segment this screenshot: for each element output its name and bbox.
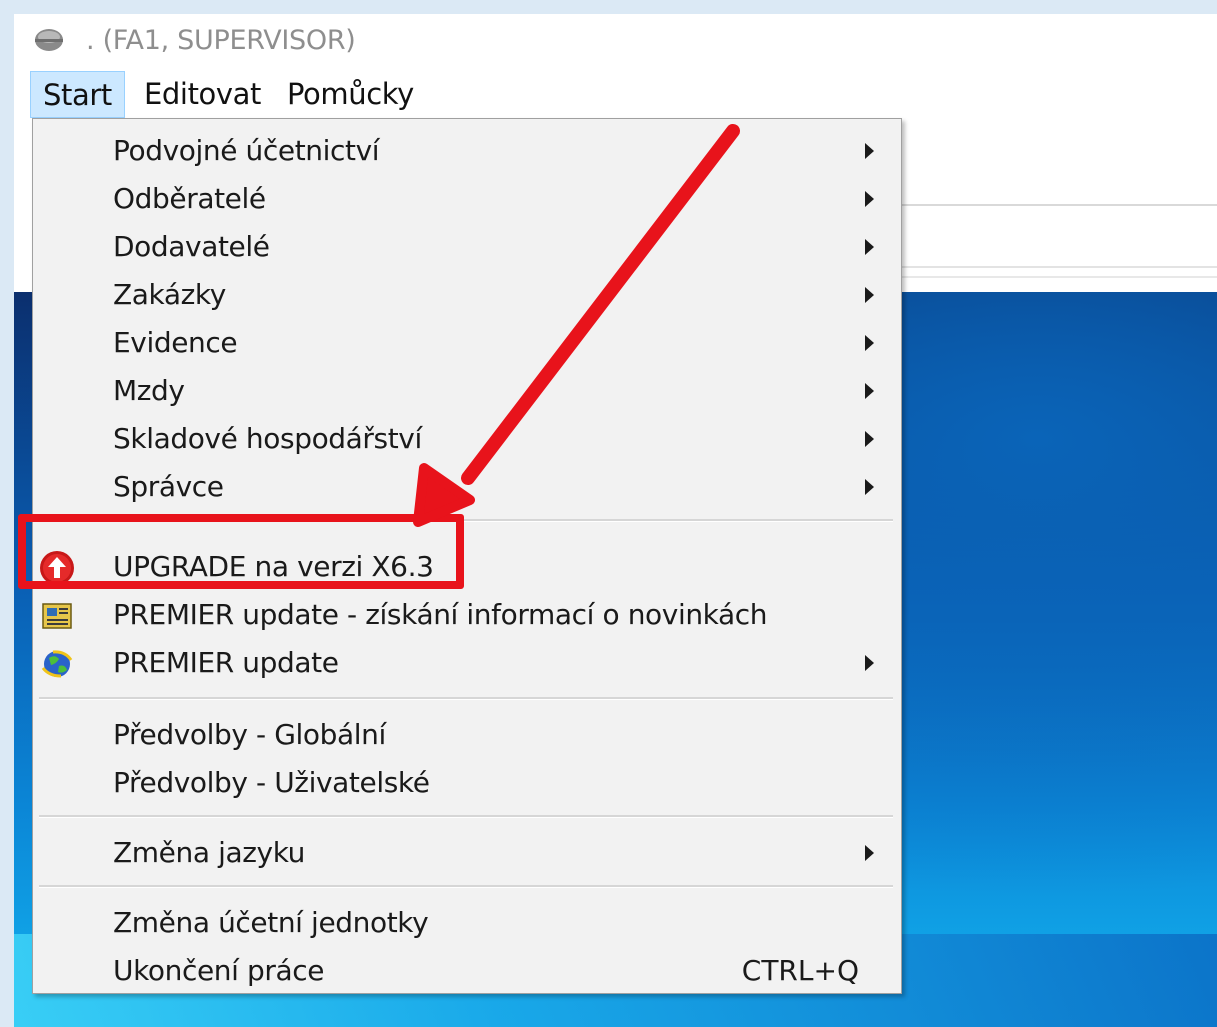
menu-separator [39,885,893,888]
news-icon [42,603,72,629]
menu-item-label: Předvolby - Uživatelské [113,766,430,799]
menu-item-label: Mzdy [113,374,185,407]
submenu-arrow-icon [865,431,874,447]
menu-item-label: Správce [113,470,224,503]
menu-start[interactable]: Start [30,71,125,118]
menu-item-label: Ukončení práce [113,954,325,987]
menu-item-premier-update[interactable]: PREMIER update [33,639,901,687]
menu-item-evidence[interactable]: Evidence [33,319,901,367]
menu-item-ukonceni-prace[interactable]: Ukončení práce CTRL+Q [33,947,901,995]
menu-item-label: Dodavatelé [113,230,270,263]
submenu-arrow-icon [865,383,874,399]
menu-item-label: Odběratelé [113,182,266,215]
shortcut-label: CTRL+Q [741,954,859,987]
menu-item-label: Zakázky [113,278,226,311]
menu-item-spravce[interactable]: Správce [33,463,901,511]
menu-item-mzdy[interactable]: Mzdy [33,367,901,415]
globe-update-icon [41,650,73,678]
menu-item-premier-update-info[interactable]: PREMIER update - získání informací o nov… [33,591,901,639]
menu-pomucky[interactable]: Pomůcky [275,71,426,118]
toolbar-area [894,120,1217,300]
menu-item-predvolby-uzivatelske[interactable]: Předvolby - Uživatelské [33,759,901,807]
menu-item-skladove-hospodarstvi[interactable]: Skladové hospodářství [33,415,901,463]
window-title: . (FA1, SUPERVISOR) [86,25,356,56]
submenu-arrow-icon [865,655,874,671]
menu-item-label: Skladové hospodářství [113,422,422,455]
menu-item-label: PREMIER update - získání informací o nov… [113,598,768,631]
menu-item-label: Změna účetní jednotky [113,906,429,939]
submenu-arrow-icon [865,287,874,303]
menu-item-label: Podvojné účetnictví [113,134,380,167]
submenu-arrow-icon [865,845,874,861]
menu-editovat[interactable]: Editovat [132,71,273,118]
menu-item-dodavatele[interactable]: Dodavatelé [33,223,901,271]
toolbar-divider [894,276,1217,278]
upgrade-highlight-box [18,514,464,589]
menu-item-odberatele[interactable]: Odběratelé [33,175,901,223]
menu-item-label: PREMIER update [113,646,339,679]
menu-item-label: Změna jazyku [113,836,305,869]
menu-item-predvolby-globalni[interactable]: Předvolby - Globální [33,711,901,759]
app-logo-icon [35,29,63,51]
submenu-arrow-icon [865,143,874,159]
menu-item-zmena-jazyku[interactable]: Změna jazyku [33,829,901,877]
menu-item-label: Předvolby - Globální [113,718,386,751]
toolbar-divider [894,204,1217,206]
submenu-arrow-icon [865,191,874,207]
title-bar: . (FA1, SUPERVISOR) [14,14,1217,70]
submenu-arrow-icon [865,239,874,255]
menu-item-zmena-ucetni-jednotky[interactable]: Změna účetní jednotky [33,899,901,947]
menu-item-zakazky[interactable]: Zakázky [33,271,901,319]
menu-item-podvojne-ucetnictvi[interactable]: Podvojné účetnictví [33,127,901,175]
menu-separator [39,815,893,818]
menu-separator [39,697,893,700]
menu-item-label: Evidence [113,326,238,359]
submenu-arrow-icon [865,335,874,351]
toolbar-divider [894,266,1217,268]
menu-bar: Start Editovat Pomůcky [14,70,1217,120]
submenu-arrow-icon [865,479,874,495]
